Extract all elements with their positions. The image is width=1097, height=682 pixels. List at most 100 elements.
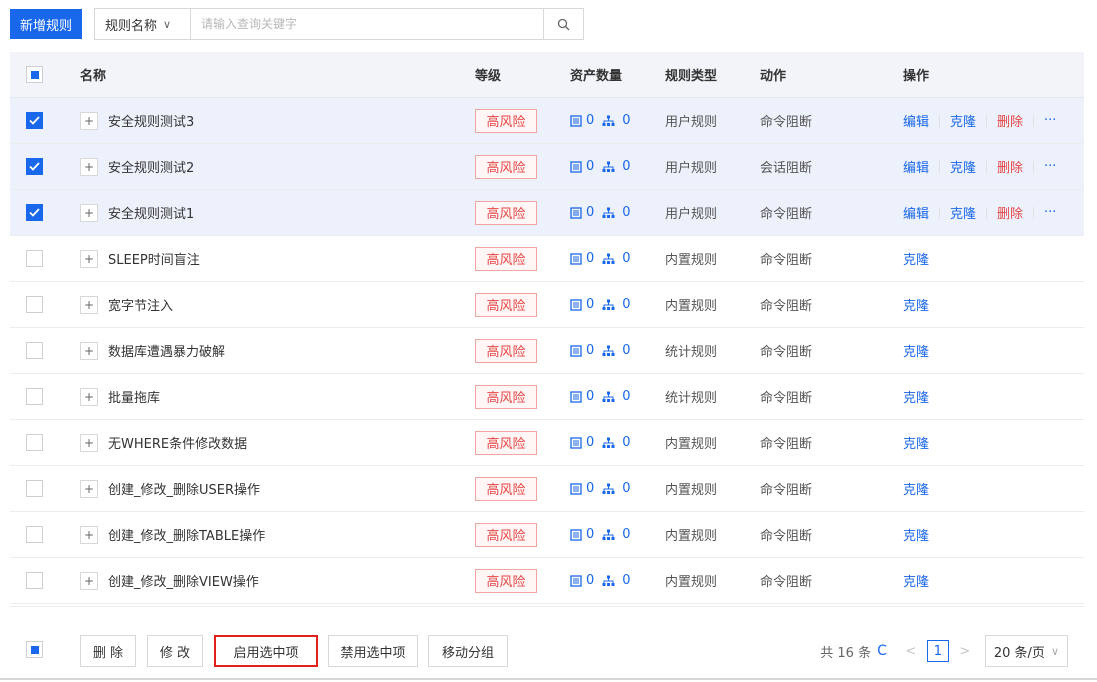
delete-link[interactable]: 删除: [997, 203, 1023, 222]
table-row: + 安全规则测试3 高风险 0 0 用户规则 命令阻断 编辑 克隆 删除 ···: [10, 98, 1084, 144]
clone-link[interactable]: 克隆: [903, 249, 929, 268]
search-field-select[interactable]: 规则名称 ∨: [95, 9, 192, 39]
asset-group-icon: [602, 161, 615, 172]
asset-count[interactable]: 0 0: [570, 389, 631, 404]
check-icon: [29, 208, 40, 217]
asset-count[interactable]: 0 0: [570, 573, 631, 588]
asset-count[interactable]: 0 0: [570, 527, 631, 542]
row-checkbox[interactable]: [26, 112, 43, 129]
row-checkbox[interactable]: [26, 296, 43, 313]
asset-count[interactable]: 0 0: [570, 481, 631, 496]
database-icon: [570, 114, 582, 127]
clone-link[interactable]: 克隆: [903, 387, 929, 406]
add-rule-button[interactable]: 新增规则: [10, 9, 83, 39]
enable-selected-button[interactable]: 启用选中项: [214, 635, 318, 667]
expand-icon[interactable]: +: [80, 433, 98, 452]
search-button[interactable]: [543, 9, 584, 39]
row-checkbox[interactable]: [26, 434, 43, 451]
delete-link[interactable]: 删除: [997, 111, 1023, 130]
asset-count[interactable]: 0 0: [570, 251, 631, 266]
more-icon[interactable]: ···: [1044, 113, 1056, 128]
asset-count[interactable]: 0 0: [570, 113, 631, 128]
expand-icon[interactable]: +: [80, 479, 98, 498]
more-icon[interactable]: ···: [1044, 159, 1056, 174]
footer-select-all-checkbox[interactable]: [26, 641, 43, 658]
clone-link[interactable]: 克隆: [950, 157, 976, 176]
clone-link[interactable]: 克隆: [950, 203, 976, 222]
row-ops: 克隆: [903, 295, 929, 314]
row-checkbox[interactable]: [26, 250, 43, 267]
rule-action: 命令阻断: [760, 207, 813, 222]
expand-icon[interactable]: +: [80, 571, 98, 590]
row-checkbox[interactable]: [26, 526, 43, 543]
expand-icon[interactable]: +: [80, 249, 98, 268]
database-icon: [570, 344, 582, 357]
asset-count[interactable]: 0 0: [570, 297, 631, 312]
expand-icon[interactable]: +: [80, 203, 98, 222]
current-page[interactable]: 1: [926, 640, 949, 662]
asset-group-count: 0: [622, 159, 631, 174]
asset-db-count: 0: [586, 205, 595, 220]
select-all-checkbox[interactable]: [26, 66, 43, 83]
expand-icon[interactable]: +: [80, 387, 98, 406]
asset-count[interactable]: 0 0: [570, 205, 631, 220]
move-group-button[interactable]: 移动分组: [428, 635, 508, 667]
asset-group-count: 0: [622, 573, 631, 588]
row-ops: 编辑 克隆 删除 ···: [903, 157, 1056, 176]
risk-level-badge: 高风险: [475, 200, 537, 225]
rule-type: 用户规则: [665, 161, 718, 176]
edit-link[interactable]: 编辑: [903, 111, 929, 130]
delete-link[interactable]: 删除: [997, 157, 1023, 176]
row-checkbox[interactable]: [26, 204, 43, 221]
expand-icon[interactable]: +: [80, 341, 98, 360]
rule-action: 命令阻断: [760, 115, 813, 130]
rule-name: 安全规则测试3: [108, 115, 195, 130]
database-icon: [570, 390, 582, 403]
more-icon[interactable]: ···: [1044, 205, 1056, 220]
rule-name: SLEEP时间盲注: [108, 253, 200, 268]
expand-icon[interactable]: +: [80, 157, 98, 176]
divider: [939, 160, 941, 173]
row-checkbox[interactable]: [26, 480, 43, 497]
row-checkbox[interactable]: [26, 388, 43, 405]
prev-page-icon[interactable]: <: [901, 644, 921, 659]
search-input[interactable]: [191, 9, 544, 39]
clone-link[interactable]: 克隆: [903, 479, 929, 498]
asset-group-count: 0: [622, 251, 631, 266]
asset-count[interactable]: 0 0: [570, 159, 631, 174]
rule-type: 用户规则: [665, 115, 718, 130]
row-checkbox[interactable]: [26, 158, 43, 175]
expand-icon[interactable]: +: [80, 525, 98, 544]
rule-name: 安全规则测试2: [108, 161, 195, 176]
delete-button[interactable]: 删 除: [80, 635, 136, 667]
asset-group-count: 0: [622, 435, 631, 450]
table-row: + SLEEP时间盲注 高风险 0 0 内置规则 命令阻断 克隆: [10, 236, 1084, 282]
row-ops: 克隆: [903, 433, 929, 452]
rule-action: 命令阻断: [760, 575, 813, 590]
asset-group-count: 0: [622, 113, 631, 128]
asset-db-count: 0: [586, 435, 595, 450]
row-checkbox[interactable]: [26, 342, 43, 359]
expand-icon[interactable]: +: [80, 295, 98, 314]
clone-link[interactable]: 克隆: [903, 525, 929, 544]
asset-group-count: 0: [622, 527, 631, 542]
next-page-icon[interactable]: >: [955, 644, 975, 659]
edit-link[interactable]: 编辑: [903, 157, 929, 176]
expand-icon[interactable]: +: [80, 111, 98, 130]
clone-link[interactable]: 克隆: [903, 295, 929, 314]
risk-level-badge: 高风险: [475, 154, 537, 179]
rule-type: 内置规则: [665, 483, 718, 498]
clone-link[interactable]: 克隆: [903, 341, 929, 360]
row-ops: 克隆: [903, 387, 929, 406]
clone-link[interactable]: 克隆: [903, 571, 929, 590]
modify-button[interactable]: 修 改: [147, 635, 203, 667]
edit-link[interactable]: 编辑: [903, 203, 929, 222]
disable-selected-button[interactable]: 禁用选中项: [328, 635, 418, 667]
row-checkbox[interactable]: [26, 572, 43, 589]
refresh-icon[interactable]: C: [877, 643, 887, 659]
asset-count[interactable]: 0 0: [570, 343, 631, 358]
clone-link[interactable]: 克隆: [903, 433, 929, 452]
page-size-select[interactable]: 20 条/页 ∨: [984, 635, 1068, 667]
clone-link[interactable]: 克隆: [950, 111, 976, 130]
asset-count[interactable]: 0 0: [570, 435, 631, 450]
